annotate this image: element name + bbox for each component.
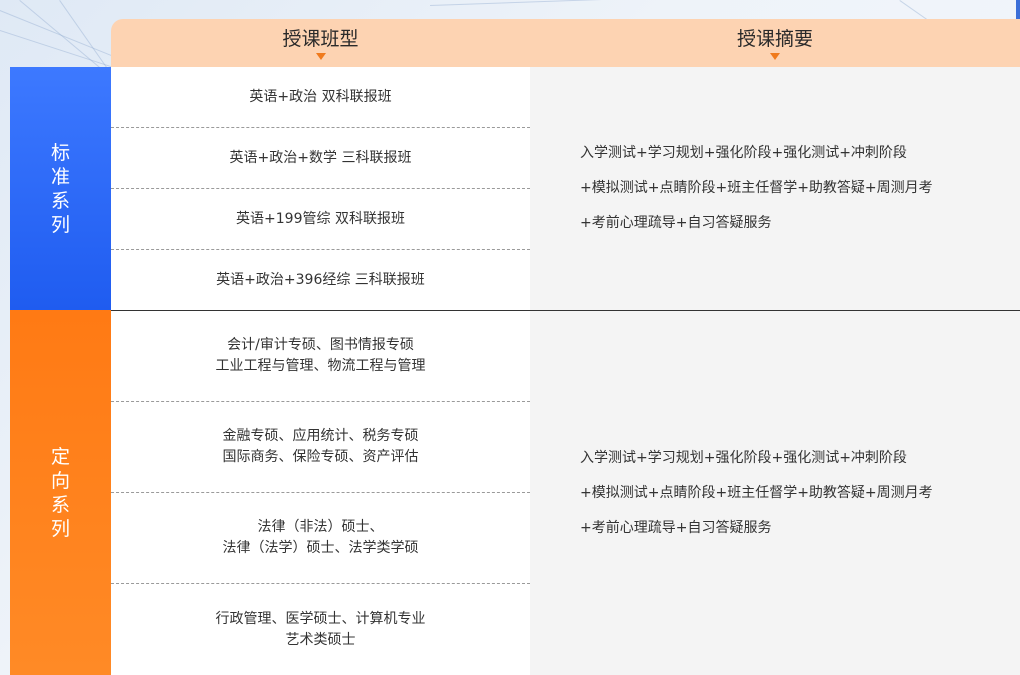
summary-title: 授课摘要	[736, 27, 813, 50]
directed-series-label-block: 定向系列	[10, 310, 125, 675]
class-row: 英语+199管综 双科联报班	[111, 189, 530, 250]
class-row-text: 英语+政治+396经综 三科联报班	[216, 271, 425, 288]
class-row: 英语+政治 双科联报班	[111, 67, 530, 128]
table-header: 授课班型 授课摘要	[111, 19, 1020, 67]
class-row: 金融专硕、应用统计、税务专硕 国际商务、保险专硕、资产评估	[111, 402, 530, 493]
class-row-text: 英语+政治+数学 三科联报班	[229, 149, 412, 166]
class-row-text: 英语+199管综 双科联报班	[236, 210, 405, 227]
directed-summary: 入学测试+学习规划+强化阶段+强化测试+冲刺阶段 +模拟测试+点睛阶段+班主任督…	[530, 311, 1020, 675]
class-row-text: 金融专硕、应用统计、税务专硕	[222, 428, 419, 444]
class-row-text: 英语+政治 双科联报班	[249, 88, 392, 105]
class-row-text: 会计/审计专硕、图书情报专硕	[227, 337, 414, 353]
class-row: 法律（非法）硕士、 法律（法学）硕士、法学类学硕	[111, 493, 530, 584]
summary-line: +考前心理疏导+自习答疑服务	[580, 215, 772, 231]
directed-class-list: 会计/审计专硕、图书情报专硕 工业工程与管理、物流工程与管理 金融专硕、应用统计…	[111, 311, 530, 675]
class-row-text: 工业工程与管理、物流工程与管理	[215, 358, 426, 374]
class-row-text: 艺术类硕士	[285, 631, 356, 648]
corner-accent	[1016, 0, 1020, 20]
class-row-text: 国际商务、保险专硕、资产评估	[222, 449, 419, 465]
summary-line: +模拟测试+点睛阶段+班主任督学+助教答疑+周测月考	[580, 484, 933, 501]
class-row-text: 法律（非法）硕士、	[257, 519, 384, 535]
directed-series-label: 定向系列	[50, 445, 70, 540]
summary-line: +模拟测试+点睛阶段+班主任督学+助教答疑+周测月考	[580, 180, 933, 196]
summary-line: 入学测试+学习规划+强化阶段+强化测试+冲刺阶段	[580, 145, 907, 161]
standard-summary: 入学测试+学习规划+强化阶段+强化测试+冲刺阶段 +模拟测试+点睛阶段+班主任督…	[530, 67, 1020, 310]
class-row-text: 法律（法学）硕士、法学类学硕	[222, 540, 419, 556]
standard-class-list: 英语+政治 双科联报班 英语+政治+数学 三科联报班 英语+199管综 双科联报…	[111, 67, 530, 310]
summary-line: +考前心理疏导+自习答疑服务	[580, 519, 772, 536]
summary-header: 授课摘要	[530, 19, 1020, 67]
class-type-title: 授课班型	[282, 27, 359, 50]
standard-series-label: 标准系列	[50, 141, 70, 236]
class-row: 英语+政治+数学 三科联报班	[111, 128, 530, 189]
summary-line: 入学测试+学习规划+强化阶段+强化测试+冲刺阶段	[580, 449, 907, 466]
class-type-header: 授课班型	[111, 19, 530, 67]
class-row: 会计/审计专硕、图书情报专硕 工业工程与管理、物流工程与管理	[111, 311, 530, 402]
standard-series-label-block: 标准系列	[10, 67, 125, 310]
class-row: 行政管理、医学硕士、计算机专业 艺术类硕士	[111, 584, 530, 675]
down-arrow-icon	[315, 52, 326, 60]
class-row: 英语+政治+396经综 三科联报班	[111, 250, 530, 310]
down-arrow-icon	[770, 52, 780, 60]
class-row-text: 行政管理、医学硕士、计算机专业	[215, 610, 426, 627]
